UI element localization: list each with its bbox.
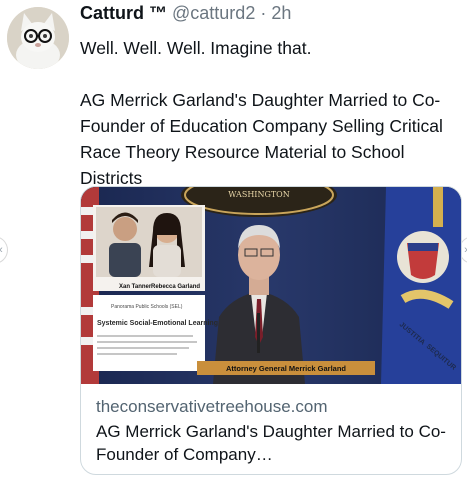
seal-text: WASHINGTON bbox=[228, 190, 290, 199]
chevron-left-icon: ‹ bbox=[0, 244, 3, 256]
tweet-text: Well. Well. Well. Imagine that. AG Merri… bbox=[80, 35, 460, 191]
press-conference-image: WASHINGTON Xan Tanner Rebecca Garland Pa… bbox=[81, 187, 461, 384]
handle[interactable]: @catturd2 bbox=[172, 3, 255, 23]
avatar[interactable] bbox=[7, 7, 69, 69]
card-image[interactable]: WASHINGTON Xan Tanner Rebecca Garland Pa… bbox=[81, 187, 461, 384]
display-name[interactable]: Catturd ™ bbox=[80, 3, 167, 23]
card-title[interactable]: AG Merrick Garland's Daughter Married to… bbox=[96, 420, 456, 466]
card-domain[interactable]: theconservativetreehouse.com bbox=[96, 397, 328, 417]
inset-name-2: Rebecca Garland bbox=[151, 284, 200, 290]
tweet-header: Catturd ™ @catturd2 · 2h bbox=[80, 3, 291, 24]
inset-name-1: Xan Tanner bbox=[119, 284, 152, 290]
tweet-line-2: AG Merrick Garland's Daughter Married to… bbox=[80, 90, 443, 188]
separator: · bbox=[260, 3, 267, 23]
link-card[interactable]: WASHINGTON Xan Tanner Rebecca Garland Pa… bbox=[80, 186, 462, 475]
cat-avatar-icon bbox=[7, 7, 69, 69]
carousel-prev-button[interactable]: ‹ bbox=[0, 236, 8, 264]
doc-logo: Panorama Public Schools (SEL) bbox=[111, 304, 183, 310]
tweet-line-1: Well. Well. Well. Imagine that. bbox=[80, 38, 312, 58]
caption-text: Attorney General Merrick Garland bbox=[226, 364, 346, 373]
timestamp[interactable]: 2h bbox=[271, 3, 291, 23]
doc-heading: Systemic Social-Emotional Learning bbox=[97, 320, 218, 327]
